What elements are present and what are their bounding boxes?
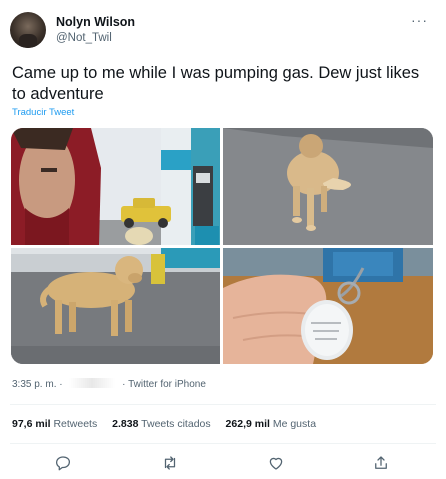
photo-dog-standing[interactable]	[11, 248, 220, 364]
translate-tweet-link[interactable]: Traducir Tweet	[12, 107, 74, 118]
meta-separator: ·	[122, 379, 126, 390]
meta-separator: ·	[59, 379, 63, 390]
tweet-source[interactable]: Twitter for iPhone	[128, 379, 206, 390]
tweet-text: Came up to me while I was pumping gas. D…	[12, 64, 420, 103]
avatar[interactable]	[10, 12, 46, 48]
tweet-stats: 97,6 mil Retweets 2.838 Tweets citados 2…	[12, 418, 328, 430]
more-options-icon[interactable]: ···	[411, 12, 428, 28]
user-handle[interactable]: @Not_Twil	[56, 32, 112, 44]
reply-icon[interactable]	[54, 454, 72, 472]
retweets-stat[interactable]: 97,6 mil Retweets	[12, 418, 97, 430]
likes-stat[interactable]: 262,9 mil Me gusta	[226, 418, 317, 430]
media-grid	[11, 128, 433, 364]
retweet-icon[interactable]	[161, 454, 179, 472]
photo-selfie-gas-station[interactable]	[11, 128, 220, 245]
divider	[10, 443, 436, 444]
user-name[interactable]: Nolyn Wilson	[56, 15, 135, 29]
tweet-actions	[0, 454, 446, 474]
tweet-time[interactable]: 3:35 p. m.	[12, 379, 56, 390]
photo-dog-tag[interactable]	[223, 248, 433, 364]
quotes-stat[interactable]: 2.838 Tweets citados	[112, 418, 210, 430]
share-icon[interactable]	[372, 454, 390, 472]
tweet-meta: 3:35 p. m. · · Twitter for iPhone	[12, 378, 206, 390]
tweet-header: Nolyn Wilson @Not_Twil ···	[10, 12, 436, 52]
divider	[10, 404, 436, 405]
redacted-date	[69, 378, 116, 388]
photo-dog-walking[interactable]	[223, 128, 433, 245]
like-icon[interactable]	[267, 454, 285, 472]
